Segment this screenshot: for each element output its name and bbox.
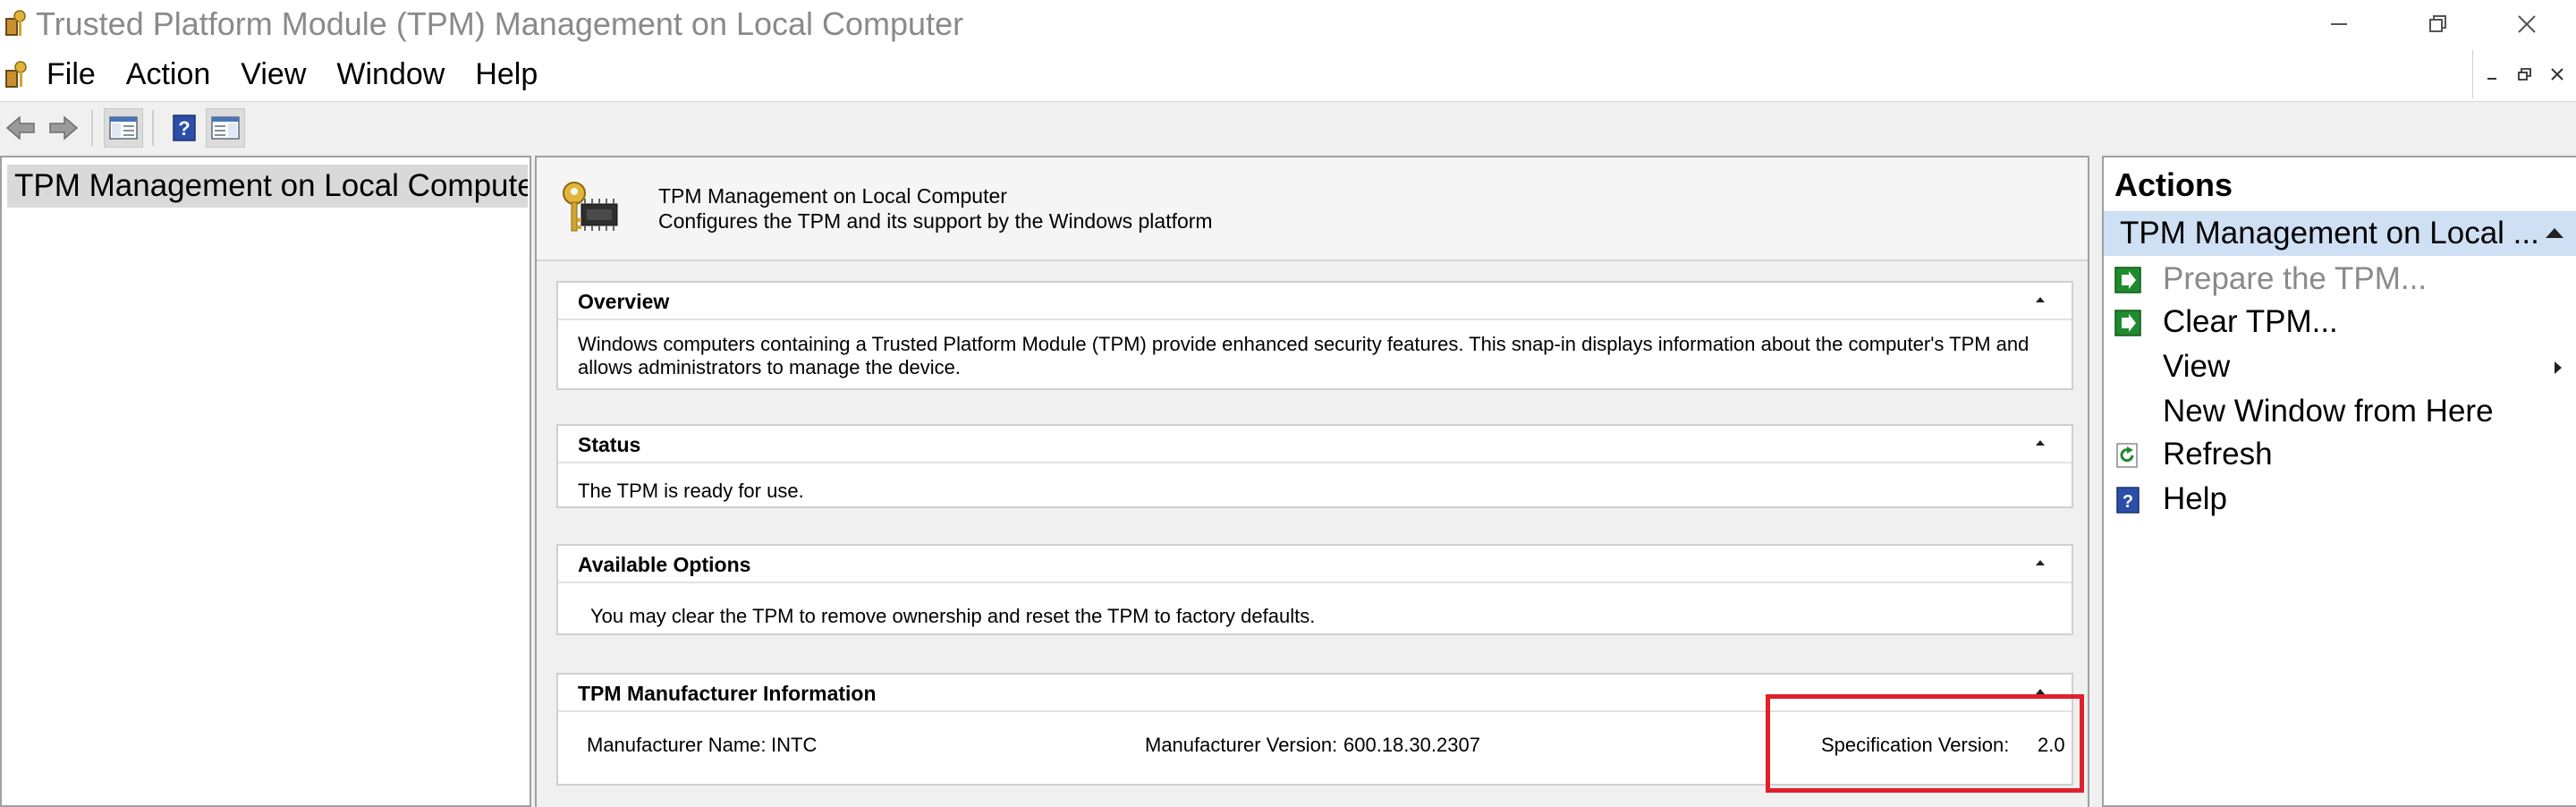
restore-icon [2518, 68, 2531, 81]
help-icon: ? [173, 115, 196, 141]
toolbar: ? [0, 102, 2576, 154]
window-title: Trusted Platform Module (TPM) Management… [36, 5, 964, 42]
console-tree-pane: TPM Management on Local Computer [0, 156, 531, 807]
tree-item-label: TPM Management on Local Computer [14, 168, 528, 203]
system-menu-icon[interactable] [4, 59, 29, 91]
actions-group-header[interactable]: TPM Management on Local ... [2104, 211, 2576, 256]
collapse-caret-icon[interactable] [2544, 225, 2565, 240]
section-title: TPM Manufacturer Information [578, 682, 877, 705]
action-label: Prepare the TPM... [2163, 261, 2428, 296]
help-toolbar-button[interactable]: ? [165, 108, 204, 148]
restore-button[interactable] [2388, 0, 2487, 48]
minimize-button[interactable] [2290, 0, 2388, 48]
action-label: Refresh [2163, 437, 2273, 471]
toolbar-separator [91, 110, 93, 146]
console-tree-icon [109, 116, 138, 140]
menu-bar: File Action View Window Help [0, 48, 2576, 102]
restore-icon [2429, 15, 2446, 32]
manufacturer-name-value: INTC [771, 734, 818, 756]
action-label: Clear TPM... [2163, 304, 2338, 339]
collapse-caret-icon[interactable] [2034, 556, 2046, 569]
forward-button[interactable] [43, 108, 82, 148]
minimize-icon [2487, 78, 2496, 80]
child-minimize-button[interactable] [2476, 55, 2510, 93]
action-clear-tpm[interactable]: Clear TPM... [2104, 301, 2576, 344]
title-bar: Trusted Platform Module (TPM) Management… [0, 0, 2576, 48]
manufacturer-name-label: Manufacturer Name: [587, 734, 767, 756]
menu-view[interactable]: View [241, 57, 306, 92]
action-label: View [2163, 349, 2231, 384]
toolbar-separator [152, 110, 154, 146]
action-new-window-from-here[interactable]: New Window from Here [2104, 390, 2576, 433]
status-text: The TPM is ready for use. [578, 480, 804, 502]
back-button[interactable] [2, 108, 41, 148]
action-view[interactable]: View [2104, 345, 2576, 388]
tpm-app-icon [5, 10, 26, 36]
available-options-text: You may clear the TPM to remove ownershi… [590, 605, 1316, 627]
svg-text:?: ? [2123, 492, 2133, 512]
collapse-caret-icon[interactable] [2034, 437, 2046, 449]
action-help[interactable]: ? Help [2104, 478, 2576, 521]
action-label: Help [2163, 481, 2227, 516]
overview-section-header[interactable]: Overview [558, 283, 2072, 320]
section-title: Available Options [578, 553, 751, 576]
menu-window[interactable]: Window [336, 57, 445, 92]
forward-arrow-icon [49, 115, 79, 140]
snapin-description: Configures the TPM and its support by th… [658, 209, 1213, 233]
tree-item-tpm-management[interactable]: TPM Management on Local Computer [7, 165, 528, 208]
actions-group-label: TPM Management on Local ... [2120, 216, 2539, 251]
help-icon: ? [2116, 487, 2140, 514]
menu-action[interactable]: Action [126, 57, 211, 92]
close-icon [2551, 68, 2563, 81]
refresh-icon [2116, 443, 2138, 468]
show-hide-console-tree-button[interactable] [104, 108, 143, 148]
child-restore-button[interactable] [2508, 55, 2542, 93]
menu-file[interactable]: File [47, 57, 96, 92]
svg-text:?: ? [178, 117, 190, 140]
section-title: Overview [578, 290, 670, 313]
overview-section: Overview Windows computers containing a … [556, 281, 2073, 390]
status-section: Status The TPM is ready for use. [556, 424, 2073, 508]
show-hide-action-pane-button[interactable] [206, 108, 245, 148]
child-close-button[interactable] [2540, 55, 2574, 93]
manufacturer-version-label: Manufacturer Version: [1145, 734, 1338, 756]
tpm-chip-key-icon [563, 182, 618, 232]
section-title: Status [578, 433, 641, 456]
action-pane-icon [211, 116, 240, 140]
submenu-arrow-icon [2555, 361, 2562, 374]
collapse-caret-icon[interactable] [2034, 293, 2046, 306]
green-action-icon [2114, 310, 2141, 336]
highlight-annotation-box [1766, 694, 2084, 793]
available-options-section-header[interactable]: Available Options [558, 546, 2072, 583]
actions-pane: Actions TPM Management on Local ... Prep… [2102, 156, 2576, 807]
available-options-section: Available Options You may clear the TPM … [556, 544, 2073, 635]
menu-help[interactable]: Help [475, 57, 538, 92]
status-section-header[interactable]: Status [558, 426, 2072, 463]
close-icon [2518, 15, 2536, 33]
overview-text: Windows computers containing a Trusted P… [578, 333, 2029, 378]
action-label: New Window from Here [2163, 394, 2494, 429]
green-action-icon [2114, 267, 2141, 293]
action-prepare-tpm[interactable]: Prepare the TPM... [2104, 258, 2576, 301]
manufacturer-version-value: 600.18.30.2307 [1343, 734, 1480, 756]
close-button[interactable] [2478, 0, 2576, 48]
snapin-title: TPM Management on Local Computer [658, 184, 1007, 208]
action-refresh[interactable]: Refresh [2104, 433, 2576, 476]
back-arrow-icon [5, 115, 35, 140]
actions-title: Actions [2114, 166, 2233, 203]
snapin-header: TPM Management on Local Computer Configu… [537, 157, 2088, 261]
minimize-icon [2331, 23, 2347, 25]
